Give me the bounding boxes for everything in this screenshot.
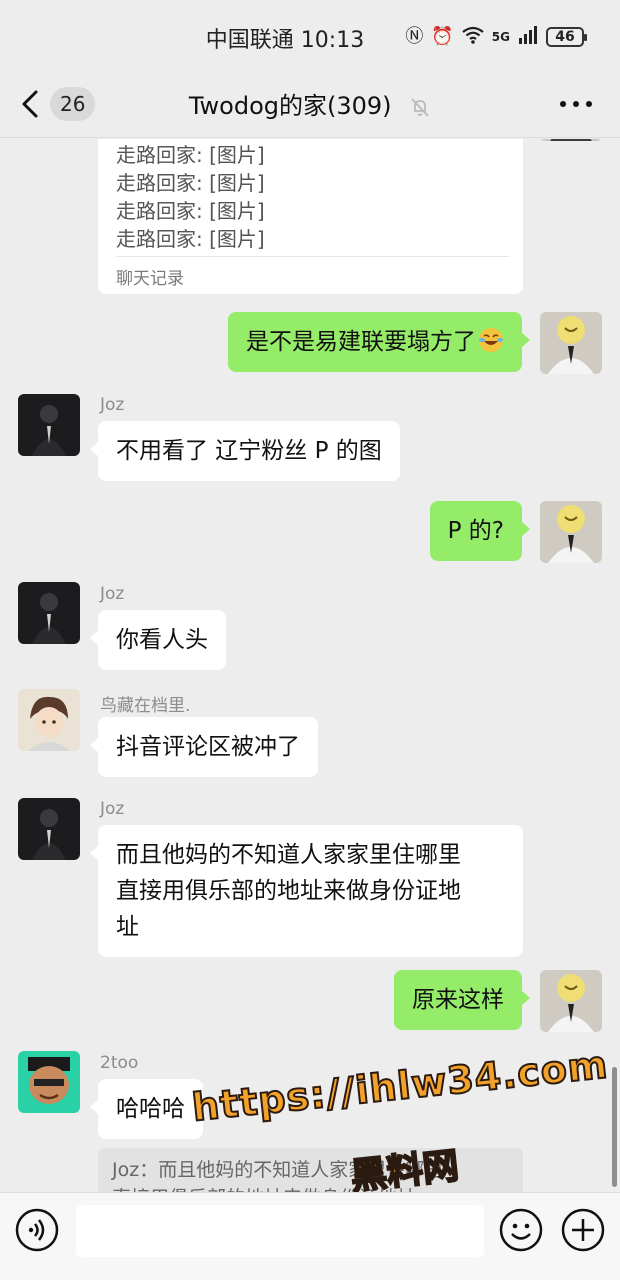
status-icons: Ⓝ ⏰ 5G 46 bbox=[405, 24, 587, 50]
scrollbar[interactable] bbox=[612, 1067, 617, 1187]
card-line: 走路回家: [图片] bbox=[116, 199, 265, 223]
sender-name: Joz bbox=[100, 799, 125, 819]
sender-avatar[interactable] bbox=[18, 582, 80, 644]
message-text: 是不是易建联要塌方了 bbox=[246, 329, 476, 355]
sender-name: 鸟藏在档里. bbox=[100, 696, 191, 716]
message-bubble-incoming[interactable]: 不用看了 辽宁粉丝 P 的图 bbox=[90, 421, 400, 481]
alarm-icon: ⏰ bbox=[431, 26, 454, 47]
sender-avatar[interactable] bbox=[18, 1051, 80, 1113]
message-text: 不用看了 辽宁粉丝 P 的图 bbox=[116, 438, 382, 464]
message-bubble-outgoing[interactable]: 是不是易建联要塌方了 bbox=[228, 312, 530, 372]
message-text: 原来这样 bbox=[412, 987, 504, 1013]
chat-header: 26 Twodog的家(309) bbox=[0, 72, 620, 138]
status-bar: 中国联通 10:13 Ⓝ ⏰ 5G 46 bbox=[0, 0, 620, 72]
more-dot-icon bbox=[586, 101, 592, 107]
message-text: 你看人头 bbox=[116, 627, 208, 653]
message-bubble-incoming[interactable]: 你看人头 bbox=[90, 610, 226, 670]
card-line: 走路回家: [图片] bbox=[116, 143, 265, 167]
sender-avatar[interactable] bbox=[18, 798, 80, 860]
card-footer-label: 聊天记录 bbox=[116, 269, 184, 289]
plus-icon[interactable] bbox=[560, 1207, 606, 1253]
message-text: 哈哈哈 bbox=[116, 1096, 185, 1122]
message-bubble-incoming[interactable]: 抖音评论区被冲了 bbox=[90, 717, 318, 777]
card-line: 走路回家: [图片] bbox=[116, 171, 265, 195]
sender-avatar[interactable] bbox=[18, 689, 80, 751]
nfc-icon: Ⓝ bbox=[405, 26, 424, 47]
sender-name: Joz bbox=[100, 584, 125, 604]
message-input[interactable] bbox=[76, 1205, 484, 1257]
input-bar bbox=[0, 1192, 620, 1280]
my-avatar[interactable] bbox=[540, 312, 602, 374]
more-dot-icon bbox=[560, 101, 566, 107]
message-text-line: 址 bbox=[116, 914, 139, 940]
message-text: P 的? bbox=[447, 518, 504, 544]
sender-name: Joz bbox=[100, 395, 125, 415]
voice-input-icon[interactable] bbox=[14, 1207, 60, 1253]
message-text: 抖音评论区被冲了 bbox=[116, 734, 300, 760]
chat-title: Twodog的家(309) bbox=[0, 86, 620, 121]
mute-bell-icon bbox=[411, 98, 429, 117]
network-type: 5G bbox=[491, 30, 510, 44]
message-bubble-outgoing[interactable]: 原来这样 bbox=[394, 970, 530, 1030]
message-bubble-incoming[interactable]: 哈哈哈 bbox=[90, 1079, 203, 1139]
emoji-icon[interactable] bbox=[498, 1207, 544, 1253]
message-text-line: 直接用俱乐部的地址来做身份证地 bbox=[116, 878, 461, 904]
divider bbox=[116, 256, 509, 257]
sender-name: 2too bbox=[100, 1053, 139, 1073]
message-bubble-incoming[interactable]: 而且他妈的不知道人家家里住哪里 直接用俱乐部的地址来做身份证地 址 bbox=[90, 825, 523, 957]
my-avatar[interactable] bbox=[540, 970, 602, 1032]
more-dot-icon bbox=[573, 101, 579, 107]
message-bubble-outgoing[interactable]: P 的? bbox=[429, 501, 531, 561]
sender-avatar[interactable] bbox=[18, 394, 80, 456]
message-list[interactable]: 走路回家: [图片] 走路回家: [图片] 走路回家: [图片] 走路回家: [… bbox=[0, 139, 620, 1192]
more-options-button[interactable] bbox=[560, 96, 592, 112]
card-line: 走路回家: [图片] bbox=[116, 227, 265, 251]
my-avatar[interactable] bbox=[540, 501, 602, 563]
chat-record-card[interactable]: 走路回家: [图片] 走路回家: [图片] 走路回家: [图片] 走路回家: [… bbox=[98, 139, 523, 294]
battery-icon: 46 bbox=[546, 27, 587, 47]
message-text-line: 而且他妈的不知道人家家里住哪里 bbox=[116, 842, 461, 868]
signal-icon bbox=[518, 26, 538, 48]
wifi-icon bbox=[462, 26, 484, 49]
laugh-cry-emoji-icon bbox=[479, 328, 503, 352]
my-avatar[interactable] bbox=[540, 139, 602, 141]
group-name: Twodog的家(309) bbox=[188, 92, 392, 120]
